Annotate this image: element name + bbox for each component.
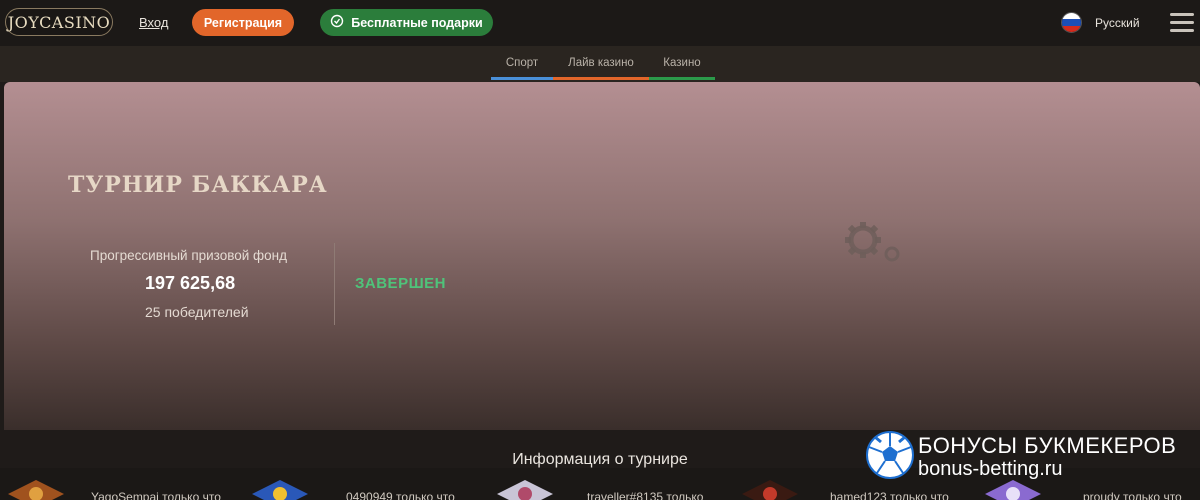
- tab-casino-label: Казино: [663, 57, 701, 69]
- joycasino-logo[interactable]: JOYCASINO: [5, 8, 113, 36]
- tab-casino[interactable]: Казино: [649, 57, 715, 80]
- tournament-title: ТУРНИР БАККАРА: [68, 172, 328, 198]
- tab-sport-underline: [491, 77, 553, 80]
- game-thumbnail-icon[interactable]: [497, 480, 553, 500]
- tab-sport-label: Спорт: [505, 57, 539, 69]
- sub-navigation: Спорт Лайв казино Казино: [0, 46, 1200, 82]
- ticker-item: 0490949 только что: [346, 490, 455, 500]
- free-gifts-button[interactable]: Бесплатные подарки: [320, 9, 493, 36]
- ticker-item: traveller#8135 только: [587, 490, 704, 500]
- register-button[interactable]: Регистрация: [192, 9, 294, 36]
- tab-live-casino-label: Лайв казино: [568, 57, 634, 69]
- tab-live-casino-underline: [553, 77, 649, 80]
- game-thumbnail-icon[interactable]: [252, 480, 308, 500]
- watermark-url: bonus-betting.ru: [918, 458, 1063, 480]
- tournament-status: ЗАВЕРШЕН: [355, 275, 446, 292]
- header: JOYCASINO Вход Регистрация Бесплатные по…: [0, 0, 1200, 46]
- tab-live-casino[interactable]: Лайв казино: [553, 57, 649, 80]
- game-thumbnail-icon[interactable]: [985, 480, 1041, 500]
- register-button-label: Регистрация: [203, 15, 283, 30]
- free-gifts-label: Бесплатные подарки: [351, 15, 483, 30]
- language-selector[interactable]: Русский: [1095, 16, 1140, 30]
- gears-icon: [843, 218, 905, 266]
- logo-text: JOYCASINO: [7, 12, 111, 32]
- tab-sport[interactable]: Спорт: [491, 57, 553, 80]
- winners-count: 25 победителей: [145, 304, 249, 320]
- ticker-item: proudy только что: [1083, 490, 1182, 500]
- banner-divider: [334, 243, 335, 325]
- game-thumbnail-icon[interactable]: [742, 480, 798, 500]
- gift-icon: [330, 14, 344, 31]
- ticker-item: YagoSempai только что: [91, 490, 221, 500]
- hamburger-menu-icon[interactable]: [1170, 13, 1194, 33]
- prize-fund-amount: 197 625,68: [145, 273, 236, 293]
- watermark-title: БОНУСЫ БУКМЕКЕРОВ: [918, 433, 1177, 458]
- russia-flag-icon[interactable]: [1061, 12, 1082, 33]
- prize-fund-label: Прогрессивный призовой фонд: [90, 248, 287, 263]
- tab-casino-underline: [649, 77, 715, 80]
- game-thumbnail-icon[interactable]: [8, 480, 64, 500]
- login-link[interactable]: Вход: [139, 15, 168, 30]
- soccer-ball-icon: [865, 430, 915, 480]
- ticker-item: hamed123 только что: [830, 490, 949, 500]
